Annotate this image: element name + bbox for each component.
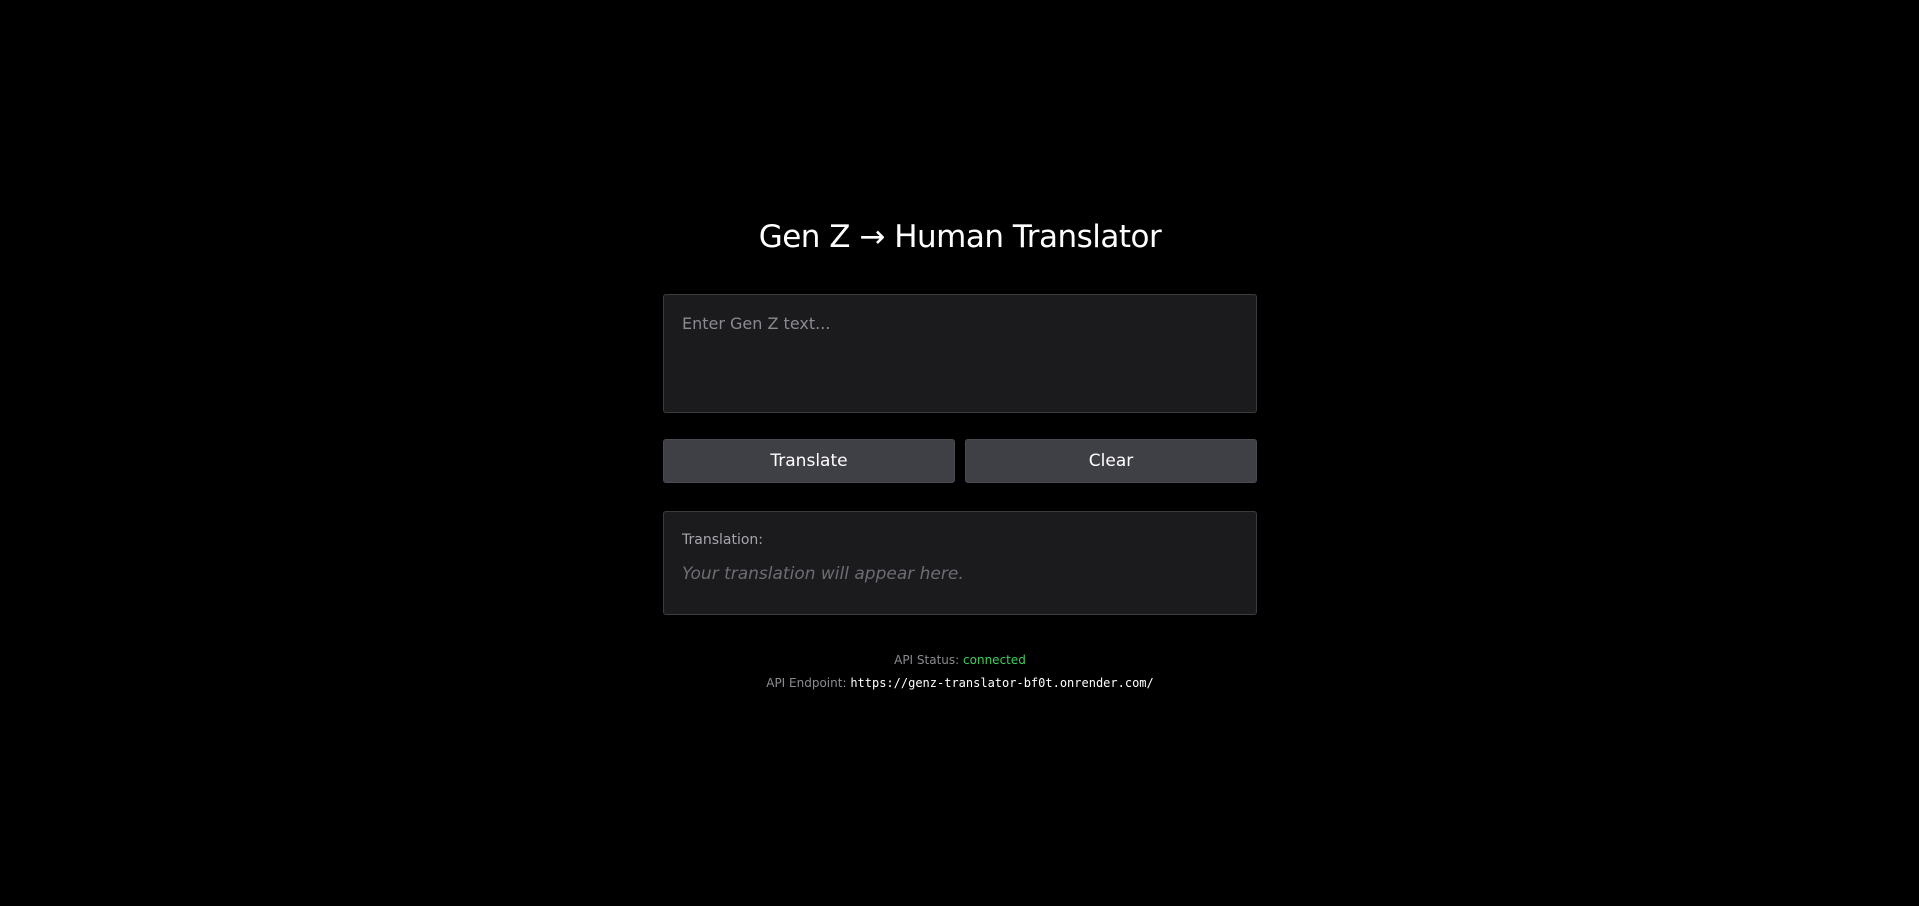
translate-button[interactable]: Translate [663, 439, 955, 483]
api-status-label: API Status: [894, 653, 960, 667]
api-endpoint-label: API Endpoint: [766, 676, 847, 690]
clear-button[interactable]: Clear [965, 439, 1257, 483]
genz-text-input[interactable] [663, 294, 1257, 413]
translation-label: Translation: [682, 532, 763, 548]
page-title: Gen Z → Human Translator [758, 219, 1162, 255]
api-endpoint-url: https://genz-translator-bf0t.onrender.co… [850, 676, 1154, 690]
api-endpoint-line: API Endpoint: https://genz-translator-bf… [663, 674, 1257, 692]
translation-output-panel: Translation: Your translation will appea… [663, 511, 1257, 615]
api-status-value: connected [963, 653, 1026, 667]
api-status-line: API Status: connected [663, 651, 1257, 669]
translation-output-text: Your translation will appear here. [682, 564, 964, 584]
